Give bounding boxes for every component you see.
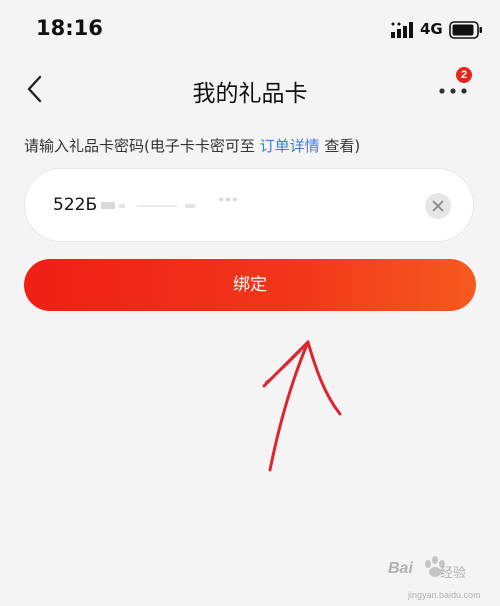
watermark-brand: Bai bbox=[388, 560, 413, 577]
gift-card-code-input[interactable]: 522Б bbox=[24, 168, 474, 242]
navigation-bar: 我的礼品卡 2 bbox=[0, 56, 500, 120]
more-dots-icon bbox=[439, 88, 467, 94]
order-details-link[interactable]: 订单详情 bbox=[260, 137, 320, 155]
instruction-suffix: 查看) bbox=[319, 137, 361, 155]
bind-button[interactable]: 绑定 bbox=[24, 259, 476, 311]
status-bar: 18:16 4G bbox=[0, 0, 500, 56]
network-label: 4G bbox=[420, 20, 443, 38]
watermark-suffix: 经验 bbox=[440, 566, 467, 581]
instruction-text: 请输入礼品卡密码(电子卡卡密可至 订单详情 查看) bbox=[24, 135, 360, 156]
gift-card-code-value: 522Б bbox=[53, 195, 98, 215]
more-button[interactable]: 2 bbox=[432, 64, 476, 104]
watermark-url: jingyan.baidu.com bbox=[408, 590, 481, 600]
notification-badge: 2 bbox=[456, 67, 472, 83]
hand-drawn-arrow-annotation bbox=[262, 340, 342, 472]
redacted-code-blur bbox=[101, 198, 237, 209]
instruction-prefix: 请输入礼品卡密码(电子卡卡密可至 bbox=[24, 137, 260, 155]
battery-icon bbox=[449, 21, 482, 39]
baidu-paw-logo bbox=[425, 556, 445, 577]
signal-bars-icon bbox=[391, 22, 413, 38]
clear-input-button[interactable] bbox=[425, 193, 451, 219]
status-time: 18:16 bbox=[36, 16, 103, 40]
close-icon bbox=[432, 200, 444, 212]
page-title: 我的礼品卡 bbox=[192, 81, 308, 107]
